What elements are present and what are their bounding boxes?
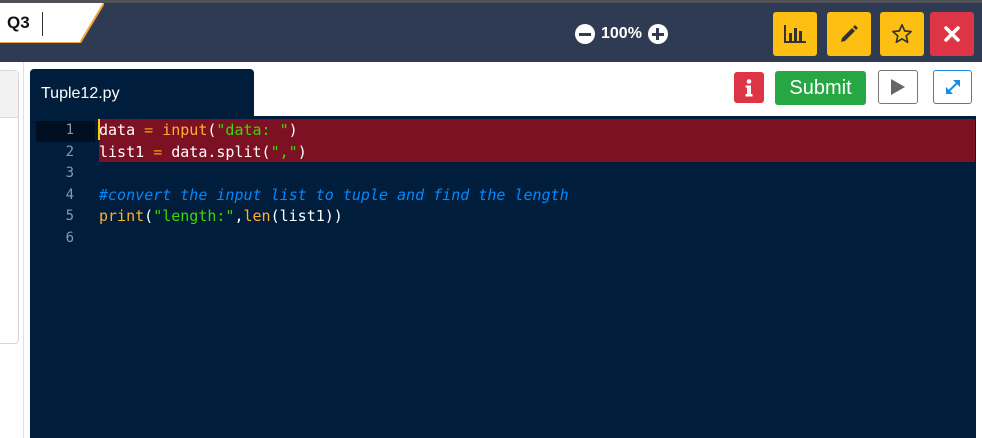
code-token: ) (297, 142, 307, 161)
pencil-icon (841, 25, 858, 42)
code-token: input (162, 121, 208, 139)
star-icon (892, 24, 912, 44)
bookmark-button[interactable] (880, 12, 924, 56)
code-token: #convert the input list to tuple and fin… (99, 185, 569, 204)
code-token: = (153, 142, 163, 161)
play-icon (891, 79, 905, 95)
code-line: print("length:",len(list1)) (99, 206, 343, 228)
code-token: ) (288, 121, 298, 139)
question-panel-header (0, 71, 18, 118)
info-button[interactable] (734, 72, 764, 103)
zoom-level: 100% (601, 25, 642, 42)
code-token: ( (144, 207, 154, 225)
code-token: "data: " (216, 121, 289, 139)
question-tab[interactable]: Q3 (0, 3, 104, 43)
zoom-control: 100% (575, 21, 668, 47)
code-token: "," (270, 142, 298, 161)
code-token: = (144, 121, 154, 139)
code-line: data = input("data: ") (99, 120, 298, 142)
run-button[interactable] (878, 70, 918, 104)
code-token: print (99, 207, 145, 225)
line-number: 4 (65, 186, 74, 203)
submit-button[interactable]: Submit (775, 71, 866, 105)
stats-button[interactable] (773, 12, 817, 56)
zoom-out-icon[interactable] (575, 24, 595, 44)
line-number: 5 (65, 208, 74, 224)
code-token: data.split( (162, 142, 271, 161)
line-number: 3 (65, 165, 74, 181)
code-editor[interactable]: 1 data = input("data: ") 2 list1 = data.spl… (30, 116, 976, 438)
top-edge (0, 0, 982, 3)
code-token: , (234, 207, 244, 225)
close-button[interactable] (930, 12, 974, 56)
code-token: data (99, 121, 145, 139)
line-number: 2 (65, 143, 74, 160)
expand-icon (945, 80, 960, 94)
file-name: Tuple12.py (41, 85, 120, 102)
edit-button[interactable] (827, 12, 871, 56)
zoom-in-icon[interactable] (647, 24, 668, 44)
code-token: "length:" (153, 207, 235, 225)
code-token: list1 (99, 142, 154, 161)
code-line: #convert the input list to tuple and fin… (99, 185, 569, 207)
editor-cursor (98, 119, 100, 140)
line-number: 1 (65, 122, 74, 138)
code-token: (list1)) (270, 207, 343, 225)
panel-divider (23, 62, 24, 438)
top-bar: Q3 100% (0, 0, 982, 62)
text-cursor (42, 12, 43, 36)
close-icon (944, 26, 960, 42)
file-tab[interactable]: Tuple12.py (30, 69, 254, 116)
fullscreen-button[interactable] (933, 70, 972, 104)
bar-chart-icon (784, 25, 806, 43)
line-number: 6 (65, 229, 74, 246)
question-panel (0, 70, 19, 344)
info-icon (745, 78, 753, 96)
code-line: list1 = data.split(",") (99, 142, 307, 164)
code-token: len (243, 207, 271, 225)
question-label: Q3 (7, 13, 30, 32)
